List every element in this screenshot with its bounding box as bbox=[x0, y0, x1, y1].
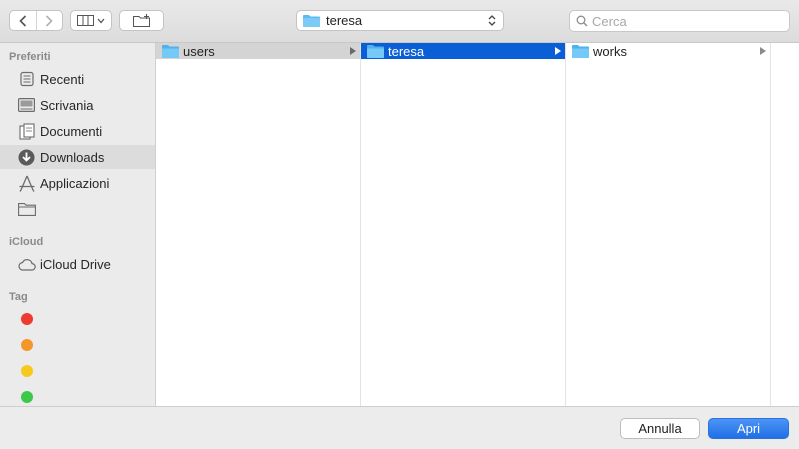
sidebar-item-label: Recenti bbox=[40, 71, 85, 87]
disclosure-arrow-icon bbox=[555, 47, 561, 55]
tag-yellow[interactable] bbox=[21, 365, 33, 377]
navigation-group bbox=[9, 10, 63, 31]
download-icon bbox=[17, 148, 36, 167]
sidebar-item-label: Downloads bbox=[40, 149, 105, 165]
tag-green[interactable] bbox=[21, 391, 33, 403]
list-item-label: teresa bbox=[388, 43, 425, 59]
column-view-icon bbox=[77, 15, 94, 26]
path-popup[interactable]: teresa bbox=[296, 10, 504, 31]
path-popup-label: teresa bbox=[326, 13, 363, 28]
new-folder-button[interactable] bbox=[119, 10, 164, 31]
disclosure-arrow-icon bbox=[760, 47, 766, 55]
tag-red[interactable] bbox=[21, 313, 33, 325]
folder-icon bbox=[367, 45, 384, 58]
search-input[interactable] bbox=[592, 13, 782, 29]
document-icon bbox=[17, 122, 36, 141]
browser-column-2: teresa bbox=[361, 43, 566, 406]
sidebar-section-tags: Tag bbox=[9, 291, 28, 303]
chevron-down-icon bbox=[97, 18, 105, 23]
sidebar-item-label: iCloud Drive bbox=[40, 256, 111, 272]
cloud-icon bbox=[17, 255, 36, 274]
view-mode-button[interactable] bbox=[70, 10, 112, 31]
chevron-left-icon bbox=[19, 14, 26, 27]
new-folder-icon bbox=[132, 14, 150, 27]
sidebar-item-scrivania[interactable]: Scrivania bbox=[0, 93, 155, 117]
list-item[interactable]: works bbox=[566, 43, 770, 59]
sidebar-section-favorites: Preferiti bbox=[9, 51, 51, 63]
sidebar-item-label: Applicazioni bbox=[40, 175, 110, 191]
disclosure-arrow-icon bbox=[350, 47, 356, 55]
column-browser: users teresa works bbox=[156, 43, 799, 406]
clock-icon bbox=[17, 70, 36, 89]
cancel-button[interactable]: Annulla bbox=[620, 418, 700, 439]
sidebar-section-icloud: iCloud bbox=[9, 236, 44, 248]
open-button[interactable]: Apri bbox=[708, 418, 789, 439]
list-item-label: works bbox=[593, 43, 627, 59]
folder-icon bbox=[303, 15, 320, 27]
desktop-icon bbox=[17, 96, 36, 115]
list-item-label: users bbox=[183, 43, 215, 59]
sidebar-item-downloads[interactable]: Downloads bbox=[0, 145, 155, 169]
toolbar: teresa bbox=[0, 0, 799, 43]
sidebar-item-recenti[interactable]: Recenti bbox=[0, 67, 155, 91]
sidebar-item-applicazioni[interactable]: Applicazioni bbox=[0, 171, 155, 195]
list-item[interactable]: users bbox=[156, 43, 360, 59]
applications-icon bbox=[17, 174, 36, 193]
folder-icon bbox=[572, 45, 589, 58]
sidebar-item-folder[interactable] bbox=[0, 197, 155, 221]
folder-icon bbox=[17, 200, 36, 219]
back-button[interactable] bbox=[10, 11, 36, 30]
sidebar: Preferiti Recenti Scrivania Documenti Do… bbox=[0, 43, 156, 406]
list-item[interactable]: teresa bbox=[361, 43, 565, 59]
sidebar-item-label: Scrivania bbox=[40, 97, 94, 113]
sidebar-item-label: Documenti bbox=[40, 123, 103, 139]
up-down-chevron-icon bbox=[488, 15, 496, 26]
browser-column-3: works bbox=[566, 43, 771, 406]
dialog-footer: Annulla Apri bbox=[0, 406, 799, 449]
sidebar-item-documenti[interactable]: Documenti bbox=[0, 119, 155, 143]
browser-column-1: users bbox=[156, 43, 361, 406]
sidebar-item-icloud-drive[interactable]: iCloud Drive bbox=[0, 252, 155, 276]
folder-icon bbox=[162, 45, 179, 58]
forward-button[interactable] bbox=[35, 11, 63, 30]
search-icon bbox=[576, 15, 588, 27]
chevron-right-icon bbox=[46, 14, 53, 27]
tag-orange[interactable] bbox=[21, 339, 33, 351]
search-field[interactable] bbox=[569, 10, 790, 32]
